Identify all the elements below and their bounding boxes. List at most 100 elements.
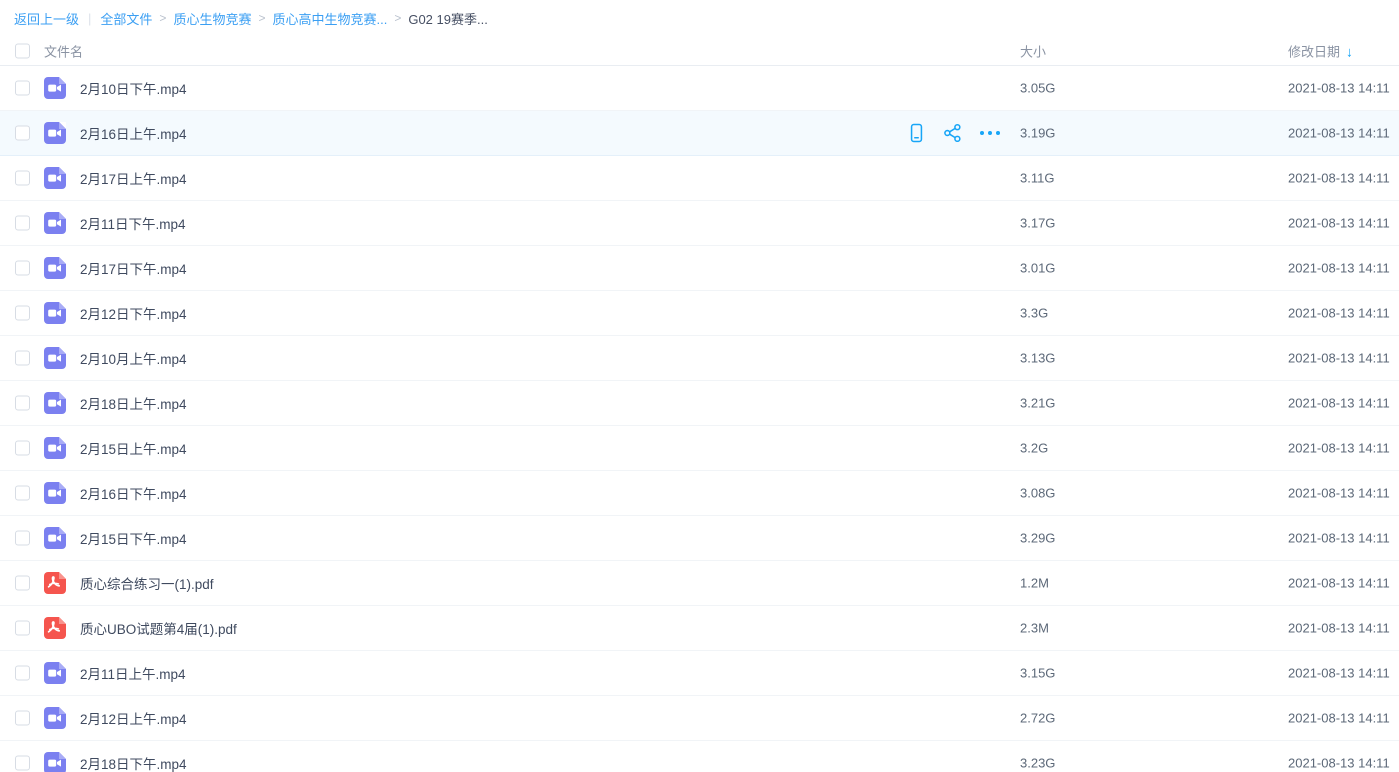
breadcrumb-separator: > (159, 11, 166, 25)
file-name-link[interactable]: 2月16日下午.mp4 (80, 483, 187, 503)
file-row[interactable]: 2月15日下午.mp4 3.29G 2021-08-13 14:11 (0, 516, 1399, 561)
file-modified-date: 2021-08-13 14:11 (1288, 756, 1390, 771)
file-name-link[interactable]: 2月15日上午.mp4 (80, 438, 187, 458)
file-row[interactable]: 2月12日下午.mp4 3.3G 2021-08-13 14:11 (0, 291, 1399, 336)
file-list: 2月10日下午.mp4 3.05G 2021-08-13 14:11 2月16日… (0, 66, 1399, 772)
more-actions-button[interactable] (979, 122, 1001, 144)
row-checkbox[interactable] (15, 441, 30, 456)
row-checkbox[interactable] (15, 756, 30, 771)
row-checkbox[interactable] (15, 126, 30, 141)
row-checkbox[interactable] (15, 351, 30, 366)
row-checkbox[interactable] (15, 81, 30, 96)
select-all-checkbox[interactable] (15, 43, 30, 58)
file-modified-date: 2021-08-13 14:11 (1288, 216, 1390, 231)
file-name-link[interactable]: 2月12日下午.mp4 (80, 303, 187, 323)
file-row[interactable]: 2月17日上午.mp4 3.11G 2021-08-13 14:11 (0, 156, 1399, 201)
column-header-size[interactable]: 大小 (1020, 41, 1046, 60)
file-size: 3.23G (1020, 756, 1055, 771)
file-row[interactable]: 2月10日下午.mp4 3.05G 2021-08-13 14:11 (0, 66, 1399, 111)
video-file-icon (44, 392, 66, 414)
pdf-file-icon (44, 617, 66, 639)
file-name-link[interactable]: 2月18日下午.mp4 (80, 753, 187, 772)
row-checkbox[interactable] (15, 621, 30, 636)
file-row[interactable]: 2月16日上午.mp4 (0, 111, 1399, 156)
video-file-icon (44, 257, 66, 279)
file-name-link[interactable]: 2月11日下午.mp4 (80, 213, 186, 233)
video-file-icon (44, 347, 66, 369)
file-size: 3.17G (1020, 216, 1055, 231)
file-size: 3.3G (1020, 306, 1048, 321)
file-row[interactable]: 2月11日下午.mp4 3.17G 2021-08-13 14:11 (0, 201, 1399, 246)
file-name-link[interactable]: 2月15日下午.mp4 (80, 528, 187, 548)
share-button[interactable] (942, 122, 964, 144)
file-row[interactable]: 质心UBO试题第4届(1).pdf 2.3M 2021-08-13 14:11 (0, 606, 1399, 651)
file-size: 3.08G (1020, 486, 1055, 501)
file-size: 3.2G (1020, 441, 1048, 456)
file-row[interactable]: 2月11日上午.mp4 3.15G 2021-08-13 14:11 (0, 651, 1399, 696)
file-modified-date: 2021-08-13 14:11 (1288, 711, 1390, 726)
pdf-file-icon (44, 572, 66, 594)
file-modified-date: 2021-08-13 14:11 (1288, 531, 1390, 546)
file-size: 1.2M (1020, 576, 1049, 591)
column-header-filename[interactable]: 文件名 (44, 41, 83, 60)
file-name-link[interactable]: 2月11日上午.mp4 (80, 663, 186, 683)
breadcrumb-separator: > (394, 11, 401, 25)
file-modified-date: 2021-08-13 14:11 (1288, 486, 1390, 501)
breadcrumb-item-folder-1[interactable]: 质心生物竞赛 (173, 9, 251, 28)
file-name-link[interactable]: 2月10日下午.mp4 (80, 78, 187, 98)
video-file-icon (44, 482, 66, 504)
file-row[interactable]: 2月18日下午.mp4 3.23G 2021-08-13 14:11 (0, 741, 1399, 772)
row-checkbox[interactable] (15, 216, 30, 231)
breadcrumb-divider: | (88, 11, 91, 26)
file-modified-date: 2021-08-13 14:11 (1288, 666, 1390, 681)
row-checkbox[interactable] (15, 261, 30, 276)
file-row[interactable]: 2月10月上午.mp4 3.13G 2021-08-13 14:11 (0, 336, 1399, 381)
file-size: 3.01G (1020, 261, 1055, 276)
file-manager-page: 返回上一级 | 全部文件 > 质心生物竞赛 > 质心高中生物竞赛... > G0… (0, 0, 1399, 772)
sort-desc-icon[interactable]: ↓ (1346, 43, 1353, 59)
save-to-phone-button[interactable] (905, 122, 927, 144)
file-row[interactable]: 2月16日下午.mp4 3.08G 2021-08-13 14:11 (0, 471, 1399, 516)
row-hover-actions (905, 111, 1001, 155)
breadcrumb-separator: > (258, 11, 265, 25)
row-checkbox[interactable] (15, 306, 30, 321)
file-name-link[interactable]: 2月16日上午.mp4 (80, 123, 187, 143)
file-row[interactable]: 2月12日上午.mp4 2.72G 2021-08-13 14:11 (0, 696, 1399, 741)
phone-icon (908, 122, 925, 144)
file-name-link[interactable]: 2月17日上午.mp4 (80, 168, 187, 188)
row-checkbox[interactable] (15, 666, 30, 681)
file-size: 3.05G (1020, 81, 1055, 96)
breadcrumb-item-all-files[interactable]: 全部文件 (100, 9, 152, 28)
row-checkbox[interactable] (15, 576, 30, 591)
file-name-link[interactable]: 质心UBO试题第4届(1).pdf (80, 618, 237, 638)
file-name-link[interactable]: 2月18日上午.mp4 (80, 393, 187, 413)
file-name-link[interactable]: 2月12日上午.mp4 (80, 708, 187, 728)
row-checkbox[interactable] (15, 531, 30, 546)
row-checkbox[interactable] (15, 711, 30, 726)
file-row[interactable]: 2月17日下午.mp4 3.01G 2021-08-13 14:11 (0, 246, 1399, 291)
file-modified-date: 2021-08-13 14:11 (1288, 261, 1390, 276)
row-checkbox[interactable] (15, 171, 30, 186)
video-file-icon (44, 707, 66, 729)
file-size: 3.11G (1020, 171, 1054, 186)
video-file-icon (44, 77, 66, 99)
video-file-icon (44, 212, 66, 234)
file-name-link[interactable]: 2月17日下午.mp4 (80, 258, 187, 278)
file-name-link[interactable]: 2月10月上午.mp4 (80, 348, 187, 368)
file-size: 2.3M (1020, 621, 1049, 636)
row-checkbox[interactable] (15, 396, 30, 411)
video-file-icon (44, 662, 66, 684)
file-row[interactable]: 2月15日上午.mp4 3.2G 2021-08-13 14:11 (0, 426, 1399, 471)
file-size: 2.72G (1020, 711, 1055, 726)
list-header: 文件名 大小 修改日期↓ (0, 36, 1399, 66)
video-file-icon (44, 527, 66, 549)
breadcrumb-back-link[interactable]: 返回上一级 (14, 9, 79, 28)
column-header-date[interactable]: 修改日期↓ (1288, 41, 1353, 60)
file-modified-date: 2021-08-13 14:11 (1288, 396, 1390, 411)
row-checkbox[interactable] (15, 486, 30, 501)
breadcrumb-item-folder-2[interactable]: 质心高中生物竞赛... (272, 9, 387, 28)
file-name-link[interactable]: 质心综合练习一(1).pdf (80, 573, 214, 593)
file-row[interactable]: 2月18日上午.mp4 3.21G 2021-08-13 14:11 (0, 381, 1399, 426)
video-file-icon (44, 302, 66, 324)
file-row[interactable]: 质心综合练习一(1).pdf 1.2M 2021-08-13 14:11 (0, 561, 1399, 606)
